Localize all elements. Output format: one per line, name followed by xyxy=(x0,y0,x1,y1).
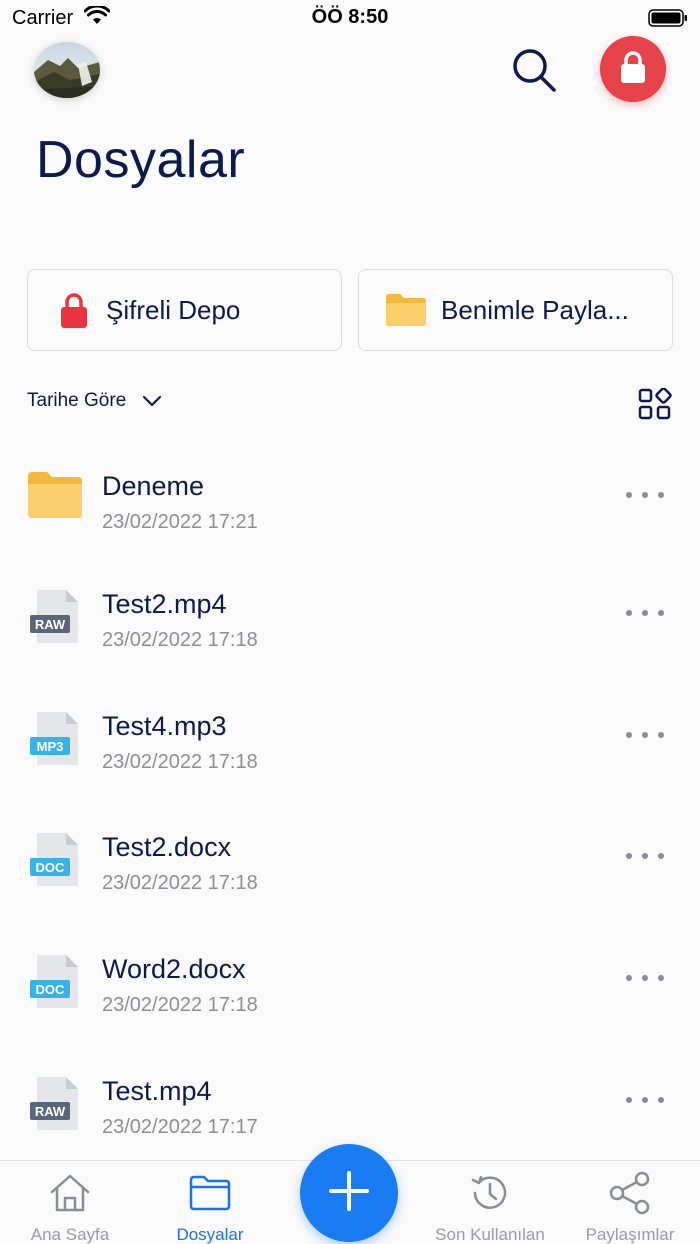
tab-shares[interactable]: Paylaşımlar xyxy=(560,1171,700,1244)
raw-file-icon: RAW xyxy=(27,1076,83,1136)
more-options-button[interactable] xyxy=(620,846,670,866)
folder-icon xyxy=(27,471,83,531)
document-file-icon: DOC xyxy=(27,954,83,1014)
search-icon xyxy=(509,45,559,100)
list-item[interactable]: DOC Word2.docx 23/02/2022 17:18 xyxy=(0,954,700,1064)
avatar[interactable] xyxy=(34,42,100,98)
plus-icon xyxy=(327,1169,371,1218)
grid-view-button[interactable] xyxy=(638,387,672,420)
shared-with-me-label: Benimle Payla... xyxy=(441,294,629,325)
add-button[interactable] xyxy=(300,1144,398,1242)
folder-icon xyxy=(385,293,427,327)
file-name: Deneme xyxy=(102,471,205,501)
tab-shares-label: Paylaşımlar xyxy=(585,1225,675,1244)
raw-file-icon: RAW xyxy=(27,589,83,649)
battery-icon xyxy=(648,9,688,32)
grid-view-icon xyxy=(638,387,672,424)
svg-text:DOC: DOC xyxy=(36,860,66,875)
chevron-down-icon xyxy=(142,394,162,408)
file-name: Test2.docx xyxy=(102,832,232,862)
list-item[interactable]: RAW Test2.mp4 23/02/2022 17:18 xyxy=(0,589,700,699)
tab-home[interactable]: Ana Sayfa xyxy=(0,1171,140,1244)
list-item[interactable]: DOC Test2.docx 23/02/2022 17:18 xyxy=(0,832,700,942)
lock-icon xyxy=(60,291,88,329)
file-date: 23/02/2022 17:18 xyxy=(102,872,258,894)
sort-label: Tarihe Göre xyxy=(27,390,127,411)
file-date: 23/02/2022 17:18 xyxy=(102,994,258,1016)
file-date: 23/02/2022 17:21 xyxy=(102,511,258,533)
tab-files[interactable]: Dosyalar xyxy=(140,1171,280,1244)
search-button[interactable] xyxy=(506,44,562,100)
more-options-button[interactable] xyxy=(620,603,670,623)
svg-text:RAW: RAW xyxy=(35,617,66,632)
secure-storage-label: Şifreli Depo xyxy=(106,294,241,325)
tab-home-label: Ana Sayfa xyxy=(30,1225,110,1244)
list-item[interactable]: MP3 Test4.mp3 23/02/2022 17:18 xyxy=(0,711,700,821)
tab-recent-label: Son Kullanılan xyxy=(435,1225,545,1244)
secure-vault-button[interactable] xyxy=(600,36,666,102)
svg-text:MP3: MP3 xyxy=(37,739,64,754)
home-icon xyxy=(0,1171,140,1215)
svg-text:RAW: RAW xyxy=(35,1104,66,1119)
status-time: ÖÖ 8:50 xyxy=(311,6,389,28)
list-item[interactable]: Deneme 23/02/2022 17:21 xyxy=(0,471,700,581)
status-bar: Carrier ÖÖ 8:50 xyxy=(0,0,700,36)
file-date: 23/02/2022 17:18 xyxy=(102,751,258,773)
page-title: Dosyalar xyxy=(36,131,246,189)
tab-files-label: Dosyalar xyxy=(176,1225,244,1244)
file-date: 23/02/2022 17:18 xyxy=(102,629,258,651)
share-icon xyxy=(560,1171,700,1215)
more-options-button[interactable] xyxy=(620,1090,670,1110)
document-file-icon: DOC xyxy=(27,832,83,892)
file-name: Test2.mp4 xyxy=(102,589,227,619)
more-options-button[interactable] xyxy=(620,968,670,988)
sort-dropdown[interactable]: Tarihe Göre xyxy=(27,390,162,412)
file-name: Test4.mp3 xyxy=(102,711,227,741)
file-name: Word2.docx xyxy=(102,954,246,984)
file-name: Test.mp4 xyxy=(102,1076,212,1106)
folder-icon xyxy=(140,1171,280,1215)
more-options-button[interactable] xyxy=(620,725,670,745)
audio-file-icon: MP3 xyxy=(27,711,83,771)
file-date: 23/02/2022 17:17 xyxy=(102,1116,258,1138)
svg-text:DOC: DOC xyxy=(36,982,66,997)
shared-with-me-card[interactable]: Benimle Payla... xyxy=(358,269,673,351)
lock-icon xyxy=(618,50,648,89)
history-icon xyxy=(420,1171,560,1215)
secure-storage-card[interactable]: Şifreli Depo xyxy=(27,269,342,351)
tab-recent[interactable]: Son Kullanılan xyxy=(420,1171,560,1244)
more-options-button[interactable] xyxy=(620,485,670,505)
